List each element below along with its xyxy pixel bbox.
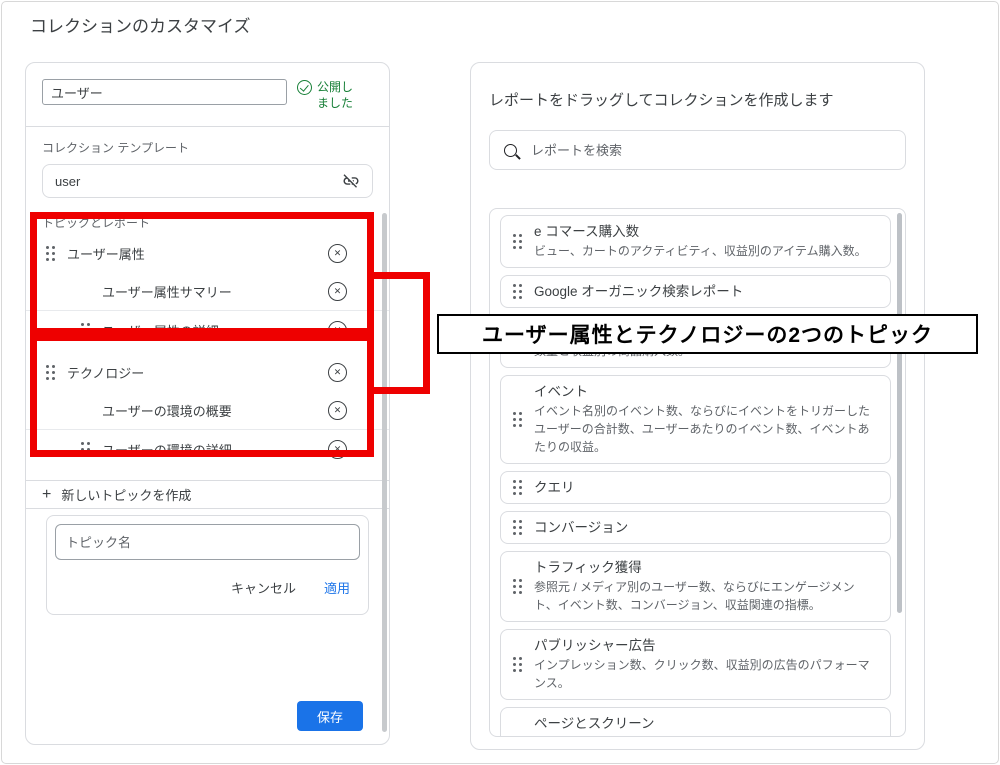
create-topic-button[interactable]: 新しいトピックを作成 — [26, 480, 389, 509]
published-status: 公開しました — [297, 79, 361, 111]
report-card-title: クエリ — [534, 479, 878, 496]
search-box[interactable] — [489, 130, 906, 170]
annotation-callout-label: ユーザー属性とテクノロジーの2つのトピック — [482, 319, 933, 349]
topic-row[interactable]: ユーザー属性サマリー — [26, 272, 389, 310]
reports-library-panel: レポートをドラッグしてコレクションを作成します e コマース購入数 ビュー、カー… — [470, 62, 925, 750]
cancel-button[interactable]: キャンセル — [231, 578, 296, 597]
topic-row[interactable]: ユーザーの環境の概要 — [26, 391, 389, 429]
apply-button[interactable]: 適用 — [324, 578, 350, 597]
reports-scrollbar[interactable] — [897, 213, 902, 613]
report-card-description: ビュー、カートのアクティビティ、収益別のアイテム購入数。 — [534, 242, 878, 260]
search-input[interactable] — [529, 142, 891, 159]
report-card[interactable]: ページとスクリーン 合計ビュー数、各ページまたはスクリーンを表示したユーザー数、… — [500, 707, 891, 737]
report-card[interactable]: イベント イベント名別のイベント数、ならびにイベントをトリガーしたユーザーの合計… — [500, 375, 891, 464]
report-card[interactable]: e コマース購入数 ビュー、カートのアクティビティ、収益別のアイテム購入数。 — [500, 215, 891, 268]
drag-handle-icon[interactable] — [46, 365, 55, 380]
topic-label: ユーザーの環境の詳細 — [102, 440, 232, 459]
drag-handle-icon[interactable] — [513, 579, 522, 594]
report-card-description: 参照元 / メディア別のユーザー数、ならびにエンゲージメント、イベント数、コンバ… — [534, 578, 878, 614]
report-card-title: コンバージョン — [534, 519, 878, 536]
topic-row[interactable]: ユーザー属性の詳細 — [26, 310, 389, 349]
report-card-description: インプレッション数、クリック数、収益別の広告のパフォーマンス。 — [534, 656, 878, 692]
remove-icon[interactable] — [328, 282, 347, 301]
report-card-title: e コマース購入数 — [534, 223, 878, 240]
drag-handle-icon[interactable] — [513, 657, 522, 672]
remove-icon[interactable] — [328, 321, 347, 340]
topic-row[interactable]: ユーザーの環境の詳細 — [26, 429, 389, 468]
remove-icon[interactable] — [328, 244, 347, 263]
report-card-text: e コマース購入数 ビュー、カートのアクティビティ、収益別のアイテム購入数。 — [534, 223, 878, 260]
topic-label: ユーザー属性サマリー — [102, 282, 232, 301]
annotation-callout: ユーザー属性とテクノロジーの2つのトピック — [437, 314, 978, 354]
check-circle-icon — [297, 80, 312, 95]
page-title: コレクションのカスタマイズ — [30, 12, 251, 37]
report-card-title: イベント — [534, 383, 878, 400]
report-card-text: イベント イベント名別のイベント数、ならびにイベントをトリガーしたユーザーの合計… — [534, 383, 878, 456]
template-select-value: user — [55, 174, 80, 189]
report-card-description: 合計ビュー数、各ページまたはスクリーンを表示したユーザー数、平均エンゲージメント… — [534, 734, 878, 737]
drag-handle-icon[interactable] — [513, 412, 522, 427]
link-off-icon — [342, 172, 360, 190]
plus-icon — [42, 486, 51, 504]
drag-handle-icon[interactable] — [81, 323, 90, 338]
collection-name-row: 公開しました — [26, 63, 389, 111]
report-tabs — [489, 194, 906, 204]
drag-handle-icon[interactable] — [46, 246, 55, 261]
report-card-title: パブリッシャー広告 — [534, 637, 878, 654]
report-card-description: イベント名別のイベント数、ならびにイベントをトリガーしたユーザーの合計数、ユーザ… — [534, 402, 878, 456]
left-panel-scrollbar[interactable] — [382, 213, 387, 732]
collection-editor-panel: 公開しました コレクション テンプレート user トピックとレポート ユーザー… — [25, 62, 390, 745]
topic-groups: ユーザー属性 ユーザー属性サマリー ユーザー属性の詳細 — [26, 234, 389, 468]
report-card-title: Google オーガニック検索レポート — [534, 283, 878, 300]
topic-label: ユーザー属性 — [67, 244, 145, 263]
published-status-label: 公開しました — [317, 79, 361, 111]
report-card[interactable]: パブリッシャー広告 インプレッション数、クリック数、収益別の広告のパフォーマンス… — [500, 629, 891, 700]
report-card-text: パブリッシャー広告 インプレッション数、クリック数、収益別の広告のパフォーマンス… — [534, 637, 878, 692]
search-icon — [504, 144, 517, 157]
reports-list: e コマース購入数 ビュー、カートのアクティビティ、収益別のアイテム購入数。 G… — [489, 208, 906, 737]
drag-handle-icon[interactable] — [513, 284, 522, 299]
save-button[interactable]: 保存 — [297, 701, 363, 731]
template-section-label: コレクション テンプレート — [26, 127, 389, 156]
topic-label: テクノロジー — [67, 363, 144, 382]
drag-handle-icon[interactable] — [513, 234, 522, 249]
report-card[interactable]: トラフィック獲得 参照元 / メディア別のユーザー数、ならびにエンゲージメント、… — [500, 551, 891, 622]
topic-row[interactable]: テクノロジー — [26, 353, 389, 391]
panel-header: レポートをドラッグしてコレクションを作成します — [489, 89, 906, 110]
topic-label: ユーザーの環境の概要 — [102, 401, 232, 420]
form-actions: キャンセル 適用 — [65, 578, 350, 597]
report-card-text: ページとスクリーン 合計ビュー数、各ページまたはスクリーンを表示したユーザー数、… — [534, 715, 878, 737]
report-card[interactable]: クエリ — [500, 471, 891, 504]
topics-section-label: トピックとレポート — [26, 198, 389, 231]
new-topic-form: キャンセル 適用 — [46, 515, 369, 615]
remove-icon[interactable] — [328, 440, 347, 459]
report-card-title: トラフィック獲得 — [534, 559, 878, 576]
drag-handle-icon[interactable] — [513, 520, 522, 535]
report-card-text: トラフィック獲得 参照元 / メディア別のユーザー数、ならびにエンゲージメント、… — [534, 559, 878, 614]
remove-icon[interactable] — [328, 363, 347, 382]
report-card[interactable]: コンバージョン — [500, 511, 891, 544]
template-select[interactable]: user — [42, 164, 373, 198]
report-card-text: Google オーガニック検索レポート — [534, 283, 878, 300]
topic-label: ユーザー属性の詳細 — [102, 321, 219, 340]
topic-group: テクノロジー ユーザーの環境の概要 ユーザーの環境の詳細 — [26, 353, 389, 468]
report-card-text: コンバージョン — [534, 519, 878, 536]
create-topic-label: 新しいトピックを作成 — [61, 485, 191, 504]
remove-icon[interactable] — [328, 401, 347, 420]
report-card-title: ページとスクリーン — [534, 715, 878, 732]
drag-handle-icon[interactable] — [81, 442, 90, 457]
topic-row[interactable]: ユーザー属性 — [26, 234, 389, 272]
drag-handle-icon[interactable] — [513, 480, 522, 495]
topic-name-input[interactable] — [55, 524, 360, 560]
report-card[interactable]: Google オーガニック検索レポート — [500, 275, 891, 308]
collection-name-input[interactable] — [42, 79, 287, 105]
report-card-text: クエリ — [534, 479, 878, 496]
topic-group: ユーザー属性 ユーザー属性サマリー ユーザー属性の詳細 — [26, 234, 389, 349]
